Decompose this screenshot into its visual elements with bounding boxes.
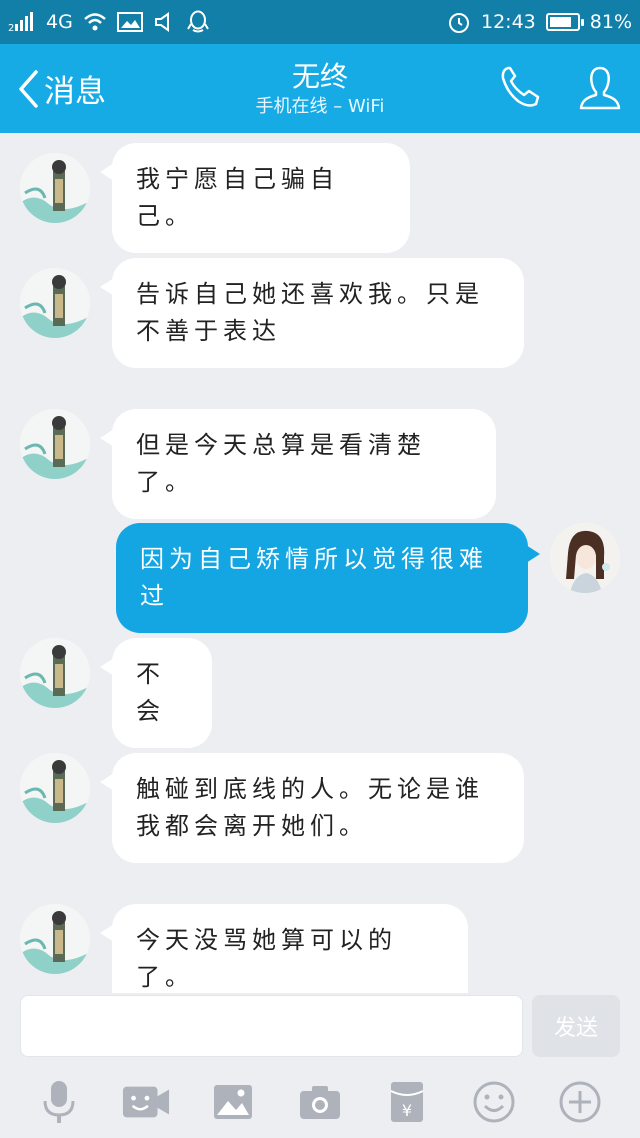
volume-icon [153, 11, 177, 33]
person-icon [579, 66, 621, 110]
battery-percent: 81% [589, 11, 632, 33]
voice-button[interactable] [35, 1078, 83, 1126]
svg-text:¥: ¥ [402, 1101, 412, 1120]
message-bubble[interactable]: 触碰到底线的人。无论是谁我都会离开她们。 [100, 753, 524, 863]
message-bubble[interactable]: 但是今天总算是看清楚了。 [100, 409, 496, 519]
call-button[interactable] [498, 64, 544, 114]
contact-avatar[interactable] [20, 904, 90, 974]
more-button[interactable] [556, 1078, 604, 1126]
signal-icon: 2 [8, 11, 36, 33]
message-bubble[interactable]: 不会 [100, 638, 212, 748]
message-bubble-outgoing[interactable]: 因为自己矫情所以觉得很难过 [116, 523, 540, 633]
qq-icon [186, 10, 209, 34]
send-button[interactable]: 发送 [532, 995, 620, 1057]
emoji-icon [473, 1081, 515, 1122]
contact-avatar[interactable] [20, 753, 90, 823]
status-bar: 2 4G 12:43 81% [0, 0, 640, 44]
clock: 12:43 [481, 11, 536, 33]
video-icon [123, 1086, 170, 1117]
message-input[interactable] [20, 995, 523, 1057]
chat-header: 消息 无终 手机在线 – WiFi [0, 44, 640, 133]
status-right: 12:43 81% [447, 10, 632, 34]
camera-button[interactable] [296, 1078, 344, 1126]
profile-button[interactable] [578, 64, 622, 116]
camera-icon [299, 1085, 340, 1119]
my-avatar[interactable] [550, 523, 620, 593]
message-list[interactable]: 我宁愿自己骗自己。 告诉自己她还喜欢我。只是不善于表达 但是今天总算是看清楚了。… [0, 133, 640, 1014]
battery-fill [549, 17, 571, 27]
message-bubble[interactable]: 我宁愿自己骗自己。 [100, 143, 410, 253]
contact-avatar[interactable] [20, 409, 90, 479]
contact-status: 手机在线 – WiFi [255, 96, 385, 117]
image-icon [214, 1084, 253, 1119]
emoji-button[interactable] [470, 1078, 518, 1126]
red-packet-icon: ¥ [390, 1081, 424, 1122]
battery-icon [545, 13, 584, 31]
mic-icon [43, 1080, 75, 1123]
composer-toolbar: ¥ [0, 1065, 640, 1138]
plus-icon [559, 1081, 601, 1122]
wifi-icon [83, 12, 107, 32]
composer: 发送 [0, 993, 640, 1065]
gallery-button[interactable] [209, 1078, 257, 1126]
contact-avatar[interactable] [20, 153, 90, 223]
message-bubble[interactable]: 告诉自己她还喜欢我。只是不善于表达 [100, 258, 524, 368]
red-packet-button[interactable]: ¥ [383, 1078, 431, 1126]
status-left: 2 4G [8, 10, 209, 34]
contact-avatar[interactable] [20, 268, 90, 338]
gallery-notification-icon [116, 11, 143, 33]
phone-icon [501, 66, 540, 107]
svg-text:2: 2 [8, 23, 14, 33]
contact-name: 无终 [291, 60, 348, 93]
video-button[interactable] [122, 1078, 170, 1126]
alarm-icon [447, 10, 471, 34]
contact-avatar[interactable] [20, 638, 90, 708]
network-type: 4G [46, 11, 73, 33]
